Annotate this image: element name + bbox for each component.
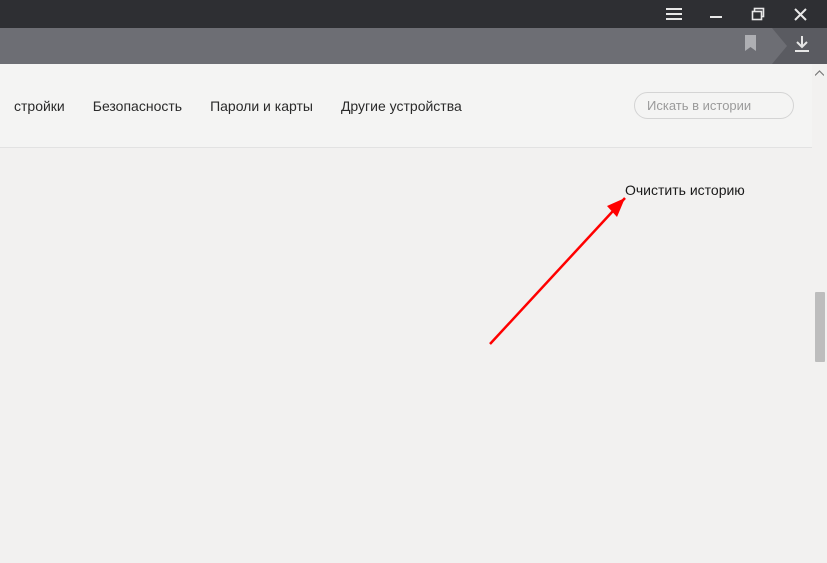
settings-tabs-row: стройки Безопасность Пароли и карты Друг…	[0, 64, 812, 148]
annotation-arrow	[480, 184, 650, 364]
hamburger-icon	[666, 8, 682, 20]
menu-button[interactable]	[653, 0, 695, 28]
bookmark-button[interactable]	[728, 28, 772, 64]
minimize-button[interactable]	[695, 0, 737, 28]
tab-security[interactable]: Безопасность	[93, 98, 182, 114]
minimize-icon	[709, 7, 723, 21]
close-icon	[794, 8, 807, 21]
bookmark-icon	[744, 35, 757, 57]
tab-passwords-cards[interactable]: Пароли и карты	[210, 98, 313, 114]
scrollbar-thumb[interactable]	[815, 292, 825, 362]
scroll-up-button[interactable]	[812, 64, 827, 80]
address-bar-field[interactable]	[0, 28, 772, 64]
chevron-up-icon	[815, 63, 824, 81]
window-title-bar	[0, 0, 827, 28]
search-wrapper	[634, 92, 794, 119]
close-button[interactable]	[779, 0, 821, 28]
clear-history-link[interactable]: Очистить историю	[625, 182, 745, 198]
tab-other-devices[interactable]: Другие устройства	[341, 98, 462, 114]
page-content: стройки Безопасность Пароли и карты Друг…	[0, 64, 812, 563]
maximize-restore-icon	[751, 7, 765, 21]
maximize-button[interactable]	[737, 0, 779, 28]
address-bar	[0, 28, 827, 64]
settings-tabs: стройки Безопасность Пароли и карты Друг…	[14, 98, 462, 114]
tab-settings-fragment[interactable]: стройки	[14, 98, 65, 114]
vertical-scrollbar[interactable]	[812, 64, 827, 563]
history-search-input[interactable]	[634, 92, 794, 119]
download-icon	[793, 35, 811, 58]
downloads-button[interactable]	[783, 28, 821, 64]
